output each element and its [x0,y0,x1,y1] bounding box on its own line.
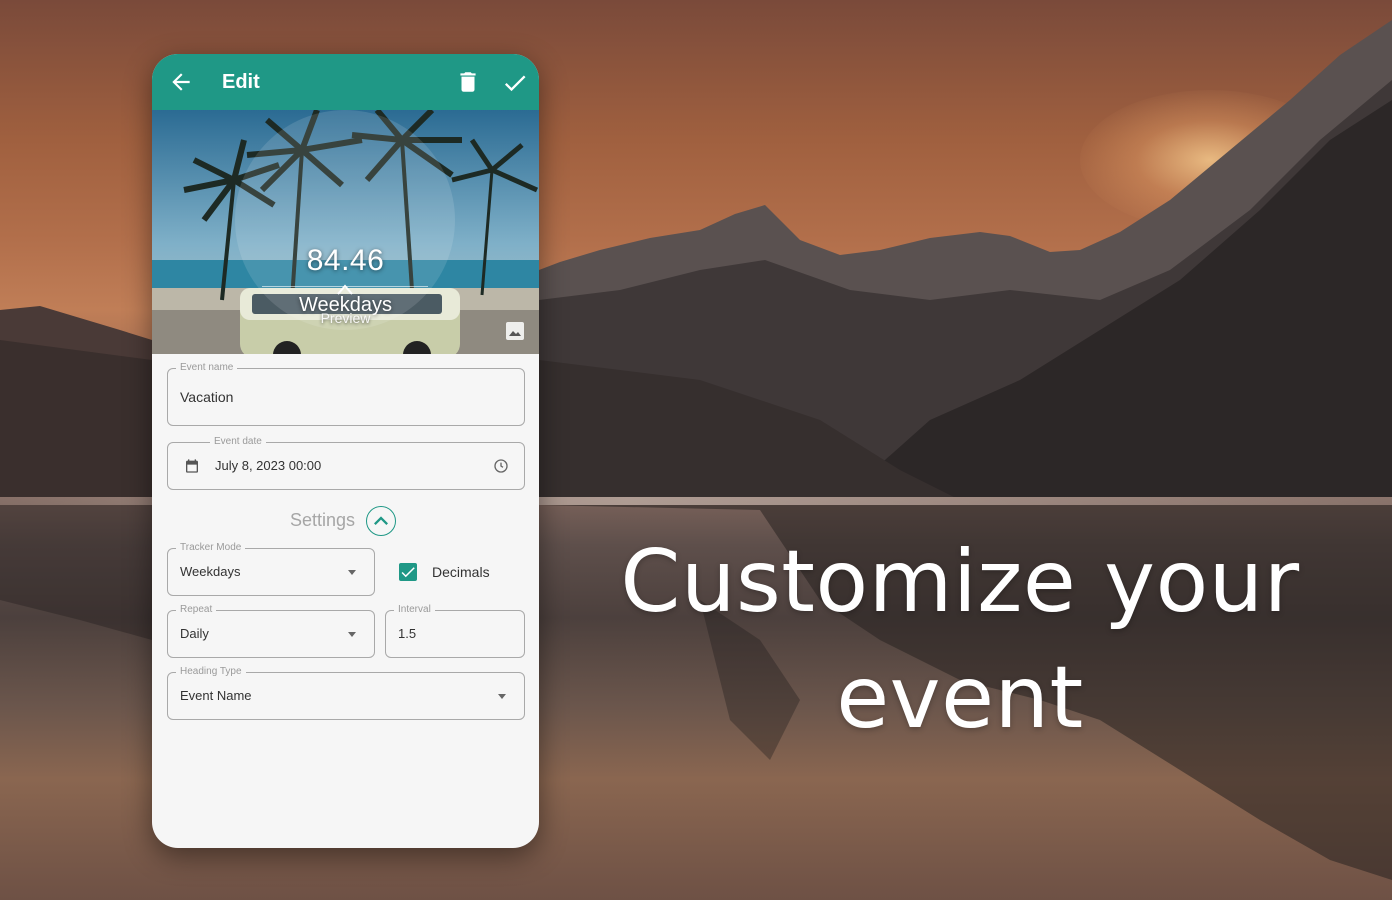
phone-mockup: Edit 84.46 Weekdays Preview Event name V… [152,54,539,848]
trash-icon[interactable] [455,69,481,95]
settings-collapse-button[interactable] [366,506,396,536]
decimals-checkbox[interactable] [399,563,417,581]
event-date-field[interactable]: Event date July 8, 2023 00:00 [167,435,525,490]
event-preview: 84.46 Weekdays Preview [152,110,539,354]
repeat-value: Daily [180,626,209,641]
event-name-label: Event name [176,361,238,375]
tracker-mode-select[interactable]: Tracker Mode Weekdays [167,541,375,596]
interval-input[interactable]: Interval 1.5 [385,603,525,658]
chevron-down-icon [348,570,356,575]
interval-value: 1.5 [398,626,417,641]
headline-line-1: Customize your [620,532,1300,632]
heading-type-select[interactable]: Heading Type Event Name [167,665,525,720]
repeat-label: Repeat [176,603,217,617]
heading-type-label: Heading Type [176,665,246,679]
interval-label: Interval [394,603,435,617]
image-picker-glyph [509,331,521,336]
app-bar: Edit [152,54,539,110]
clock-icon[interactable] [493,458,509,474]
calendar-icon [186,459,198,473]
headline: Customize your event [590,524,1330,756]
repeat-select[interactable]: Repeat Daily [167,603,375,658]
settings-label: Settings [290,510,356,530]
counter-value: 84.46 [306,244,385,277]
tracker-mode-label: Tracker Mode [176,541,246,555]
chevron-up-icon [374,516,388,525]
headline-line-2: event [836,648,1084,748]
settings-section-header: Settings [152,506,539,536]
event-name-field[interactable]: Event name Vacation [167,361,525,426]
decimals-label: Decimals [432,564,490,580]
tracker-mode-value: Weekdays [180,564,241,579]
preview-caption: Preview [320,310,371,326]
arrow-left-icon[interactable] [168,69,194,95]
event-name-value: Vacation [180,389,234,405]
event-date-value: July 8, 2023 00:00 [215,458,322,473]
screen-title: Edit [222,71,260,93]
event-date-label: Event date [210,435,266,449]
checkmark-icon [401,567,415,578]
heading-type-value: Event Name [180,688,252,703]
image-icon[interactable] [506,322,524,340]
chevron-down-icon [348,632,356,637]
chevron-down-icon [498,694,506,699]
check-icon[interactable] [501,69,529,97]
